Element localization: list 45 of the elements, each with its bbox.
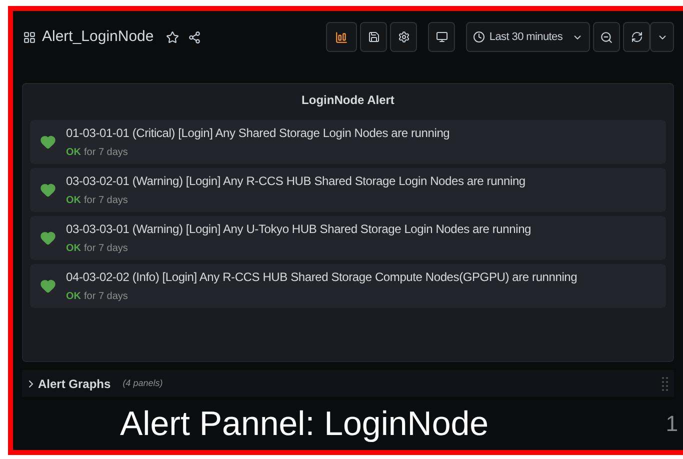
time-range-picker[interactable]: Last 30 minutes (466, 22, 590, 52)
alert-state: OK (66, 146, 81, 160)
add-panel-icon (335, 30, 348, 44)
drag-handle-icon[interactable] (662, 376, 668, 392)
alert-name: 03-03-02-01 (Warning) [Login] Any R-CCS HUB Shared Storage Login Nodes are running (66, 173, 526, 190)
monitor-icon (436, 31, 448, 43)
clock-icon (473, 31, 486, 43)
heart-icon (40, 278, 56, 294)
save-button[interactable] (360, 22, 387, 52)
star-icon[interactable] (166, 30, 179, 44)
dashboard-grid-icon (23, 30, 36, 44)
zoom-out-button[interactable] (593, 22, 620, 52)
alert-duration: for 7 days (84, 194, 128, 208)
alert-name: 04-03-02-02 (Info) [Login] Any R-CCS HUB Shared Storage Compute Nodes(GPGPU) are runnning (66, 269, 578, 286)
panel-count: (4 panels) (122, 376, 163, 390)
settings-icon (398, 31, 410, 43)
alert-duration: for 7 days (84, 242, 128, 256)
edge-text: 1 (666, 412, 678, 434)
dashboard-title[interactable]: Alert_LoginNode (42, 26, 154, 48)
refresh-icon (630, 31, 642, 43)
add-panel-button[interactable] (326, 22, 357, 52)
save-icon (368, 31, 380, 43)
heart-icon (40, 134, 56, 150)
alert-item[interactable]: 03-03-03-01 (Warning) [Login] Any U-Tokyo HUB Shared Storage Login Nodes are running OK for 7 days (30, 216, 666, 260)
panel-title: LoginNode Alert (302, 92, 394, 109)
row-title: Alert Graphs (38, 376, 111, 392)
alert-state: OK (66, 194, 81, 208)
alert-duration: for 7 days (84, 290, 128, 304)
alert-state: OK (66, 290, 81, 304)
zoom-out-icon (600, 30, 613, 44)
alert-state: OK (66, 242, 81, 256)
alert-duration: for 7 days (84, 146, 128, 160)
heart-icon (40, 230, 56, 246)
alert-name: 01-03-01-01 (Critical) [Login] Any Shared Storage Login Nodes are running (66, 125, 450, 142)
alert-item[interactable]: 04-03-02-02 (Info) [Login] Any R-CCS HUB Shared Storage Compute Nodes(GPGPU) are runnning OK for 7 days (30, 264, 666, 308)
caption: Alert Pannel: LoginNode (120, 406, 489, 440)
settings-button[interactable] (390, 22, 417, 52)
collapsed-row-header[interactable]: Alert Graphs (4 panels) (22, 370, 674, 397)
alert-name: 03-03-03-01 (Warning) [Login] Any U-Tokyo HUB Shared Storage Login Nodes are running (66, 221, 532, 238)
refresh-button[interactable] (623, 22, 650, 52)
heart-icon (40, 182, 56, 198)
alert-item[interactable]: 01-03-01-01 (Critical) [Login] Any Shared Storage Login Nodes are running OK for 7 days (30, 120, 666, 164)
share-icon[interactable] (188, 30, 201, 44)
view-mode-button[interactable] (428, 22, 455, 52)
alert-item[interactable]: 03-03-02-01 (Warning) [Login] Any R-CCS HUB Shared Storage Login Nodes are running OK for 7 days (30, 168, 666, 212)
